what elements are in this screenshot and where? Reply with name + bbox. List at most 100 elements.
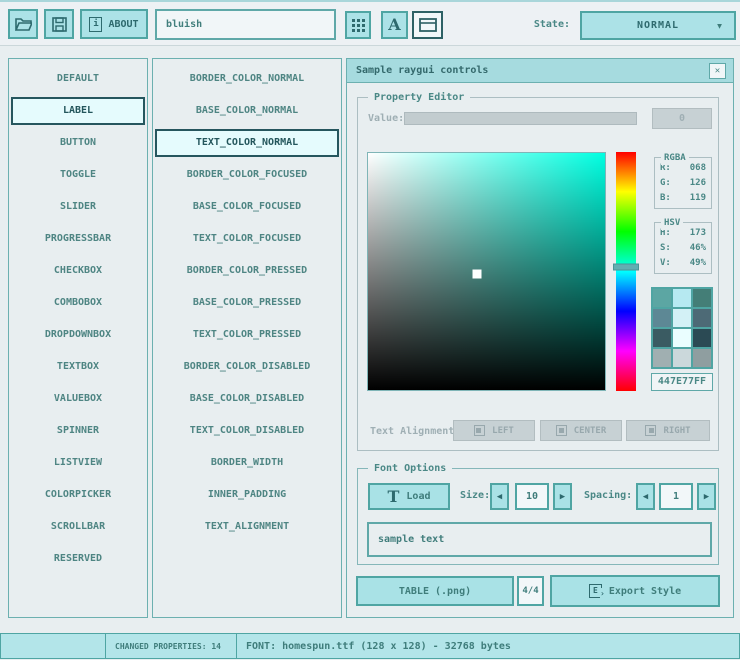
control-item-colorpicker[interactable]: COLORPICKER (11, 481, 145, 509)
control-item-reserved[interactable]: RESERVED (11, 545, 145, 573)
state-dropdown[interactable]: NORMAL ▼ (580, 11, 736, 40)
font-info-text: FONT: homespun.ttf (128 x 128) - 32768 b… (246, 641, 511, 652)
v-value: 49% (690, 256, 706, 271)
right-arrow-icon: ▶ (704, 492, 709, 502)
page-indicator-box[interactable]: 4/4 (517, 576, 544, 606)
swatch[interactable] (693, 309, 711, 327)
grid-icon (352, 19, 365, 32)
new-style-button[interactable] (8, 9, 38, 39)
statusbar-font-info: FONT: homespun.ttf (128 x 128) - 32768 b… (236, 633, 740, 659)
value-label: Value: (368, 113, 404, 124)
control-item-checkbox[interactable]: CHECKBOX (11, 257, 145, 285)
property-item[interactable]: TEXT_COLOR_PRESSED (155, 321, 339, 349)
align-left-button[interactable]: LEFT (453, 420, 535, 441)
b-label: B: (660, 191, 671, 206)
swatch[interactable] (673, 329, 691, 347)
align-right-icon (645, 425, 656, 436)
control-item-textbox[interactable]: TEXTBOX (11, 353, 145, 381)
size-label: Size: (460, 490, 490, 501)
swatch[interactable] (693, 329, 711, 347)
property-item[interactable]: BASE_COLOR_PRESSED (155, 289, 339, 317)
hue-bar[interactable] (616, 152, 636, 391)
export-style-label: Export Style (609, 586, 681, 597)
size-value-box[interactable]: 10 (515, 483, 549, 510)
control-item-scrollbar[interactable]: SCROLLBAR (11, 513, 145, 541)
property-item[interactable]: BORDER_WIDTH (155, 449, 339, 477)
sample-window-titlebar[interactable]: Sample raygui controls ✕ (347, 59, 733, 83)
sample-text-value: sample text (378, 534, 444, 545)
window-mode-button[interactable] (412, 11, 443, 39)
swatch[interactable] (693, 289, 711, 307)
style-name-input[interactable] (155, 9, 336, 40)
swatch[interactable] (653, 329, 671, 347)
size-decrease-button[interactable]: ◀ (490, 483, 509, 510)
control-item-button[interactable]: BUTTON (11, 129, 145, 157)
property-item[interactable]: BORDER_COLOR_FOCUSED (155, 161, 339, 189)
spacing-decrease-button[interactable]: ◀ (636, 483, 655, 510)
letter-a-icon: A (388, 17, 400, 33)
value-slider[interactable] (404, 112, 637, 125)
align-center-button[interactable]: CENTER (540, 420, 622, 441)
hue-slider-handle[interactable] (613, 263, 639, 270)
property-item[interactable]: BORDER_COLOR_NORMAL (155, 65, 339, 93)
v-label: V: (660, 256, 671, 271)
swatch[interactable] (673, 349, 691, 367)
style-color-swatches (651, 287, 713, 369)
swatch[interactable] (693, 349, 711, 367)
control-item-valuebox[interactable]: VALUEBOX (11, 385, 145, 413)
color-panel[interactable] (367, 152, 606, 391)
about-button[interactable]: i ABOUT (80, 9, 148, 39)
property-editor-group: Property Editor Value: 0 RGBA R:068 G:12… (357, 97, 719, 451)
export-file-icon: E› (589, 584, 602, 598)
align-right-button[interactable]: RIGHT (626, 420, 710, 441)
table-export-label: TABLE (.png) (399, 586, 471, 597)
font-atlas-button[interactable]: A (381, 11, 408, 39)
controls-list: DEFAULT LABEL BUTTON TOGGLE SLIDER PROGR… (8, 58, 148, 618)
control-item-toggle[interactable]: TOGGLE (11, 161, 145, 189)
close-button[interactable]: ✕ (709, 63, 726, 79)
spacing-increase-button[interactable]: ▶ (697, 483, 716, 510)
control-item-progressbar[interactable]: PROGRESSBAR (11, 225, 145, 253)
swatch[interactable] (673, 309, 691, 327)
export-style-button[interactable]: E› Export Style (550, 575, 720, 607)
value-box[interactable]: 0 (652, 108, 712, 129)
swatch[interactable] (673, 289, 691, 307)
control-item-listview[interactable]: LISTVIEW (11, 449, 145, 477)
control-item-spinner[interactable]: SPINNER (11, 417, 145, 445)
property-item[interactable]: TEXT_ALIGNMENT (155, 513, 339, 541)
g-value: 126 (690, 176, 706, 191)
property-item[interactable]: BASE_COLOR_DISABLED (155, 385, 339, 413)
state-label: State: (534, 19, 570, 30)
swatch[interactable] (653, 349, 671, 367)
color-cursor[interactable] (473, 269, 482, 278)
property-item[interactable]: TEXT_COLOR_FOCUSED (155, 225, 339, 253)
sample-window: Sample raygui controls ✕ Property Editor… (346, 58, 734, 618)
close-icon: ✕ (715, 66, 720, 76)
control-item-label-selected[interactable]: LABEL (11, 97, 145, 125)
control-item-dropdownbox[interactable]: DROPDOWNBOX (11, 321, 145, 349)
load-font-button[interactable]: T Load (368, 483, 450, 510)
hex-value-box[interactable]: 447E77FF (651, 373, 713, 391)
size-increase-button[interactable]: ▶ (553, 483, 572, 510)
spacing-value-box[interactable]: 1 (659, 483, 693, 510)
property-item-selected[interactable]: TEXT_COLOR_NORMAL (155, 129, 339, 157)
control-item-combobox[interactable]: COMBOBOX (11, 289, 145, 317)
sample-text-box[interactable]: sample text (367, 522, 712, 557)
save-style-button[interactable] (44, 9, 74, 39)
property-item[interactable]: BASE_COLOR_NORMAL (155, 97, 339, 125)
property-item[interactable]: BASE_COLOR_FOCUSED (155, 193, 339, 221)
control-item-slider[interactable]: SLIDER (11, 193, 145, 221)
swatch[interactable] (653, 309, 671, 327)
left-arrow-icon: ◀ (643, 492, 648, 502)
swatch[interactable] (653, 289, 671, 307)
control-item-default[interactable]: DEFAULT (11, 65, 145, 93)
property-item[interactable]: INNER_PADDING (155, 481, 339, 509)
table-export-button[interactable]: TABLE (.png) (356, 576, 514, 606)
window-icon (419, 18, 437, 32)
property-item[interactable]: BORDER_COLOR_PRESSED (155, 257, 339, 285)
g-label: G: (660, 176, 671, 191)
property-item[interactable]: BORDER_COLOR_DISABLED (155, 353, 339, 381)
property-item[interactable]: TEXT_COLOR_DISABLED (155, 417, 339, 445)
properties-list: BORDER_COLOR_NORMAL BASE_COLOR_NORMAL TE… (152, 58, 342, 618)
table-view-button[interactable] (345, 11, 371, 39)
